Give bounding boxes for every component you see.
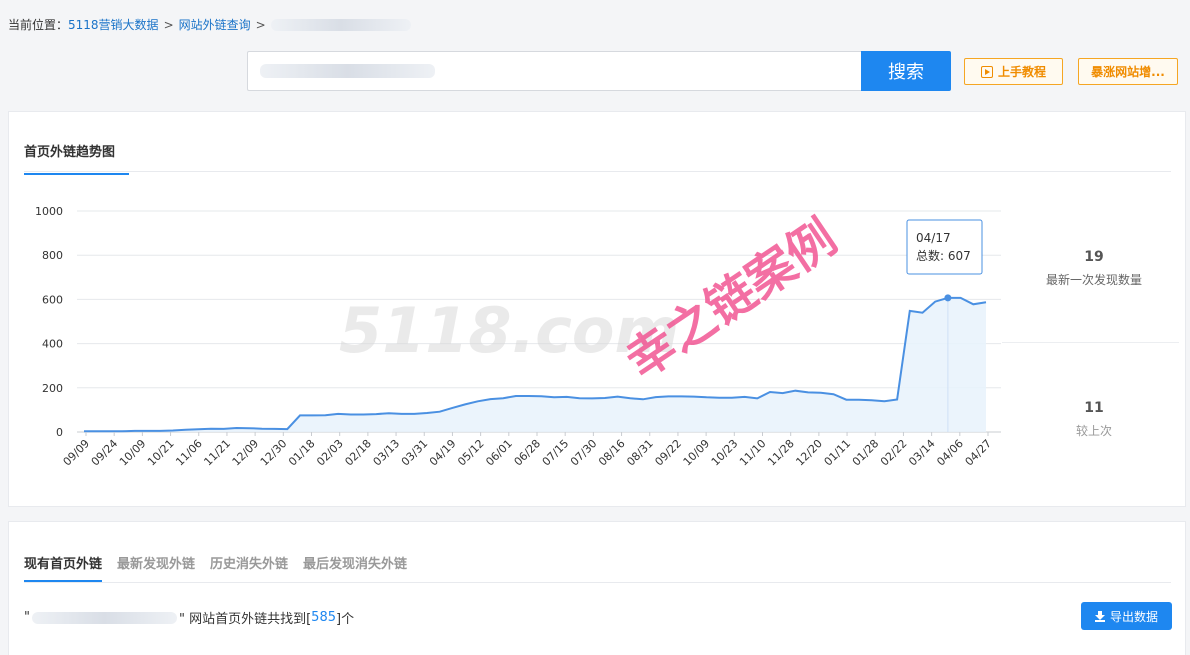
x-tick-label: 02/18	[342, 437, 374, 469]
x-tick-label: 02/03	[314, 437, 346, 469]
x-tick-label: 12/20	[793, 437, 825, 469]
y-tick-label: 0	[56, 426, 63, 439]
breadcrumb: 当前位置： 5118营销大数据 > 网站外链查询 >	[8, 16, 411, 33]
delta-label: 较上次	[1075, 424, 1112, 438]
breadcrumb-prefix: 当前位置：	[8, 18, 69, 32]
x-tick-label: 08/16	[596, 437, 628, 469]
x-tick-label: 01/11	[822, 437, 854, 469]
search-input[interactable]	[247, 51, 862, 91]
highlighted-point	[944, 294, 952, 302]
x-tick-label: 12/30	[258, 437, 290, 469]
x-tick-label: 10/09	[117, 437, 149, 469]
latest-found-stat: 19 最新一次发现数量	[1009, 249, 1179, 288]
x-tick-label: 01/28	[850, 437, 882, 469]
x-tick-label: 03/14	[906, 437, 938, 469]
x-tick-label: 10/23	[709, 437, 741, 469]
x-tick-label: 11/06	[173, 437, 205, 469]
x-tick-label: 10/09	[681, 437, 713, 469]
download-icon	[1094, 610, 1105, 622]
result-summary: " " 网站首页外链共找到[ 585 ]个	[24, 608, 354, 627]
result-text: " 网站首页外链共找到[	[178, 612, 312, 627]
result-open-quote: "	[24, 610, 30, 625]
backlink-list-card: 现有首页外链 最新发现外链 历史消失外链 最后发现消失外链 " " 网站首页外链…	[8, 521, 1186, 655]
result-count: 585	[311, 610, 336, 625]
x-tick-label: 03/31	[399, 437, 431, 469]
trend-chart-card: 首页外链趋势图 0 200 400 600 800 1000 5118.com 幸之链案例 09…	[8, 111, 1186, 507]
latest-found-count: 19	[1084, 249, 1104, 265]
export-label: 导出数据	[1109, 609, 1158, 624]
tutorial-button[interactable]: 上手教程	[964, 58, 1063, 85]
breadcrumb-redacted-domain	[270, 18, 411, 31]
tab-current-backlinks[interactable]: 现有首页外链	[24, 553, 103, 582]
breadcrumb-link-5118[interactable]: 5118营销大数据	[68, 16, 159, 33]
breadcrumb-link-backlink[interactable]: 网站外链查询	[179, 16, 251, 33]
breadcrumb-separator: >	[163, 17, 174, 32]
x-tick-label: 02/22	[878, 437, 910, 469]
x-tick-label: 01/18	[286, 437, 318, 469]
play-icon	[980, 65, 993, 78]
y-tick-label: 600	[42, 293, 63, 306]
export-data-button[interactable]: 导出数据	[1081, 602, 1172, 630]
x-tick-label: 05/12	[455, 437, 487, 469]
tab-newly-found[interactable]: 最新发现外链	[117, 553, 195, 582]
x-tick-label: 04/06	[934, 437, 966, 469]
x-tick-label: 09/09	[61, 437, 93, 469]
tab-history-lost[interactable]: 历史消失外链	[210, 553, 288, 582]
x-tick-label: 04/19	[427, 437, 459, 469]
tooltip-box	[906, 219, 983, 275]
tooltip-date: 04/17	[916, 231, 951, 245]
x-tick-label: 07/15	[540, 437, 572, 469]
x-tick-label: 09/24	[89, 437, 121, 469]
x-tick-label: 08/31	[624, 437, 656, 469]
tutorial-label: 上手教程	[997, 65, 1046, 79]
x-tick-label: 10/21	[145, 437, 177, 469]
search-redacted-value	[260, 64, 435, 78]
x-tick-label: 12/09	[230, 437, 262, 469]
y-tick-label: 1000	[35, 205, 63, 218]
latest-found-label: 最新一次发现数量	[1045, 273, 1142, 287]
backlink-trend-chart[interactable]: 020040060080010005118.com幸之链案例09/0909/24…	[9, 112, 1009, 506]
result-suffix: ]个	[336, 612, 355, 627]
tab-last-lost[interactable]: 最后发现消失外链	[303, 553, 407, 582]
breadcrumb-separator: >	[255, 17, 266, 32]
x-tick-label: 06/28	[512, 437, 544, 469]
x-tick-label: 07/30	[568, 437, 600, 469]
search-button[interactable]: 搜索	[861, 51, 951, 91]
delta-count: 11	[1084, 400, 1104, 416]
x-tick-label: 04/27	[963, 437, 995, 469]
x-tick-label: 03/13	[371, 437, 403, 469]
x-tick-label: 11/10	[737, 437, 769, 469]
y-tick-label: 400	[42, 338, 63, 351]
x-tick-label: 06/01	[483, 437, 515, 469]
x-tick-label: 09/22	[652, 437, 684, 469]
y-tick-label: 200	[42, 382, 63, 395]
y-tick-label: 800	[42, 249, 63, 262]
list-tabbar: 现有首页外链 最新发现外链 历史消失外链 最后发现消失外链	[24, 522, 1171, 583]
stat-divider	[1002, 342, 1179, 343]
x-tick-label: 11/21	[201, 437, 233, 469]
tooltip-value: 总数: 607	[916, 248, 971, 263]
surging-sites-button[interactable]: 暴涨网站增...	[1078, 58, 1178, 85]
result-redacted-domain	[31, 611, 177, 624]
x-tick-label: 11/28	[765, 437, 797, 469]
delta-stat: 11 较上次	[1009, 400, 1179, 439]
